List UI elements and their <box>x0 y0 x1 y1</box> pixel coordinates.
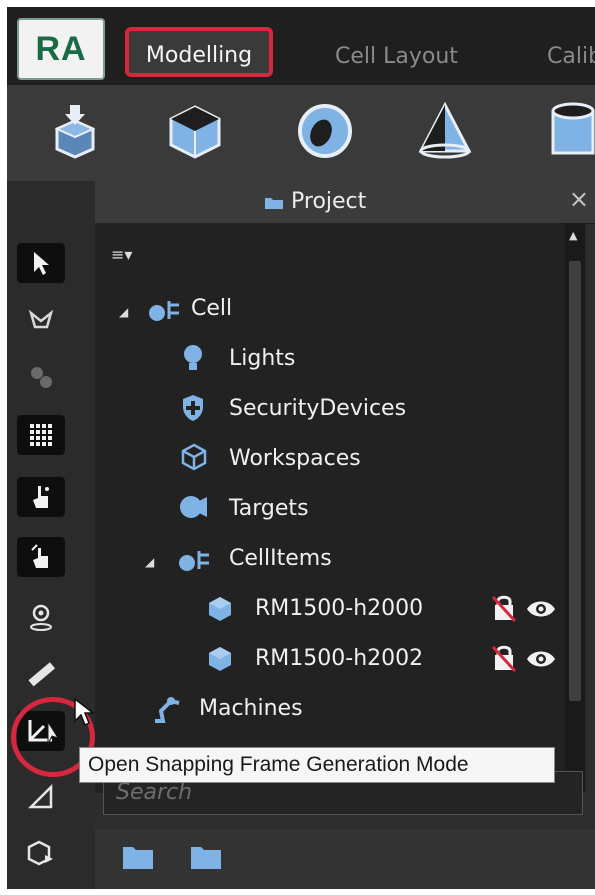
import-model-icon[interactable] <box>45 101 105 161</box>
cone-icon[interactable] <box>415 101 475 161</box>
panel-title: Project <box>291 189 367 214</box>
tree-item-securitydevices[interactable]: SecurityDevices <box>229 389 406 429</box>
location-pin-icon[interactable] <box>17 597 65 637</box>
cube-icon[interactable] <box>165 101 225 161</box>
target-icon <box>180 496 207 518</box>
select-pointer-icon[interactable] <box>17 243 65 283</box>
tab-modelling[interactable]: Modelling <box>125 27 273 77</box>
folder-icon <box>265 198 283 209</box>
tree-scrollbar[interactable]: ▲ ▼ <box>565 223 585 793</box>
expand-arrow-icon[interactable]: ◢ <box>119 305 128 319</box>
close-icon[interactable]: × <box>569 185 589 213</box>
measure-angle-icon[interactable] <box>17 777 65 817</box>
tree-item-targets[interactable]: Targets <box>229 489 309 529</box>
eye-icon[interactable] <box>525 649 557 669</box>
robot-arm-icon <box>155 697 180 723</box>
folder-icon[interactable] <box>123 845 153 869</box>
tab-bar: RA Modelling Cell Layout Calib <box>7 7 595 85</box>
tree-item-workspaces[interactable]: Workspaces <box>229 439 361 479</box>
folder-icon[interactable] <box>191 845 221 869</box>
eye-icon[interactable] <box>525 599 557 619</box>
mouse-cursor-icon <box>74 697 95 727</box>
scroll-up-icon[interactable]: ▲ <box>569 229 577 242</box>
tree-item-rm1500-h2000[interactable]: RM1500-h2000 <box>255 589 423 629</box>
tree-item-lights[interactable]: Lights <box>229 339 295 379</box>
robot-cube-icon <box>209 597 231 621</box>
hand-point-icon[interactable] <box>17 477 65 517</box>
tree-item-cellitems[interactable]: CellItems <box>229 539 332 579</box>
panel-footer <box>95 829 595 889</box>
tooltip: Open Snapping Frame Generation Mode <box>79 747 555 783</box>
robot-cube-icon <box>209 647 231 671</box>
lock-icon[interactable] <box>491 643 517 673</box>
cell-group-icon <box>179 551 209 571</box>
tree-item-rm1500-h2002[interactable]: RM1500-h2002 <box>255 639 423 679</box>
app-logo[interactable]: RA <box>17 18 105 80</box>
shield-icon <box>183 395 203 421</box>
tree-item-cell[interactable]: Cell <box>191 289 232 329</box>
tree-item-machines[interactable]: Machines <box>199 689 303 729</box>
hand-drag-icon[interactable] <box>17 537 65 577</box>
cylinder-icon[interactable] <box>543 101 595 161</box>
scrollbar-thumb[interactable] <box>569 261 581 701</box>
expand-arrow-icon[interactable]: ◢ <box>145 555 154 569</box>
panel-header: Project × <box>95 181 595 224</box>
flag-path-icon[interactable] <box>17 301 65 341</box>
tree-menu-icon[interactable]: ≡▾ <box>111 245 132 264</box>
lock-icon[interactable] <box>491 593 517 623</box>
ruler-icon[interactable] <box>17 655 65 695</box>
cell-group-icon <box>149 301 179 321</box>
tab-cell-layout[interactable]: Cell Layout <box>325 37 468 77</box>
part-transform-icon[interactable] <box>17 833 65 873</box>
wire-cube-icon <box>181 443 207 471</box>
gears-icon[interactable] <box>17 357 65 397</box>
grid-snap-icon[interactable] <box>17 415 65 455</box>
sphere-icon[interactable] <box>295 101 355 161</box>
lightbulb-icon <box>184 345 202 370</box>
project-tree: ≡▾ ◢ Cell Lights SecurityDevices Workspa… <box>95 223 565 793</box>
tab-calibration[interactable]: Calib <box>537 37 595 77</box>
ribbon-toolbar <box>7 85 595 181</box>
app-window: RA Modelling Cell Layout Calib <box>7 7 595 889</box>
